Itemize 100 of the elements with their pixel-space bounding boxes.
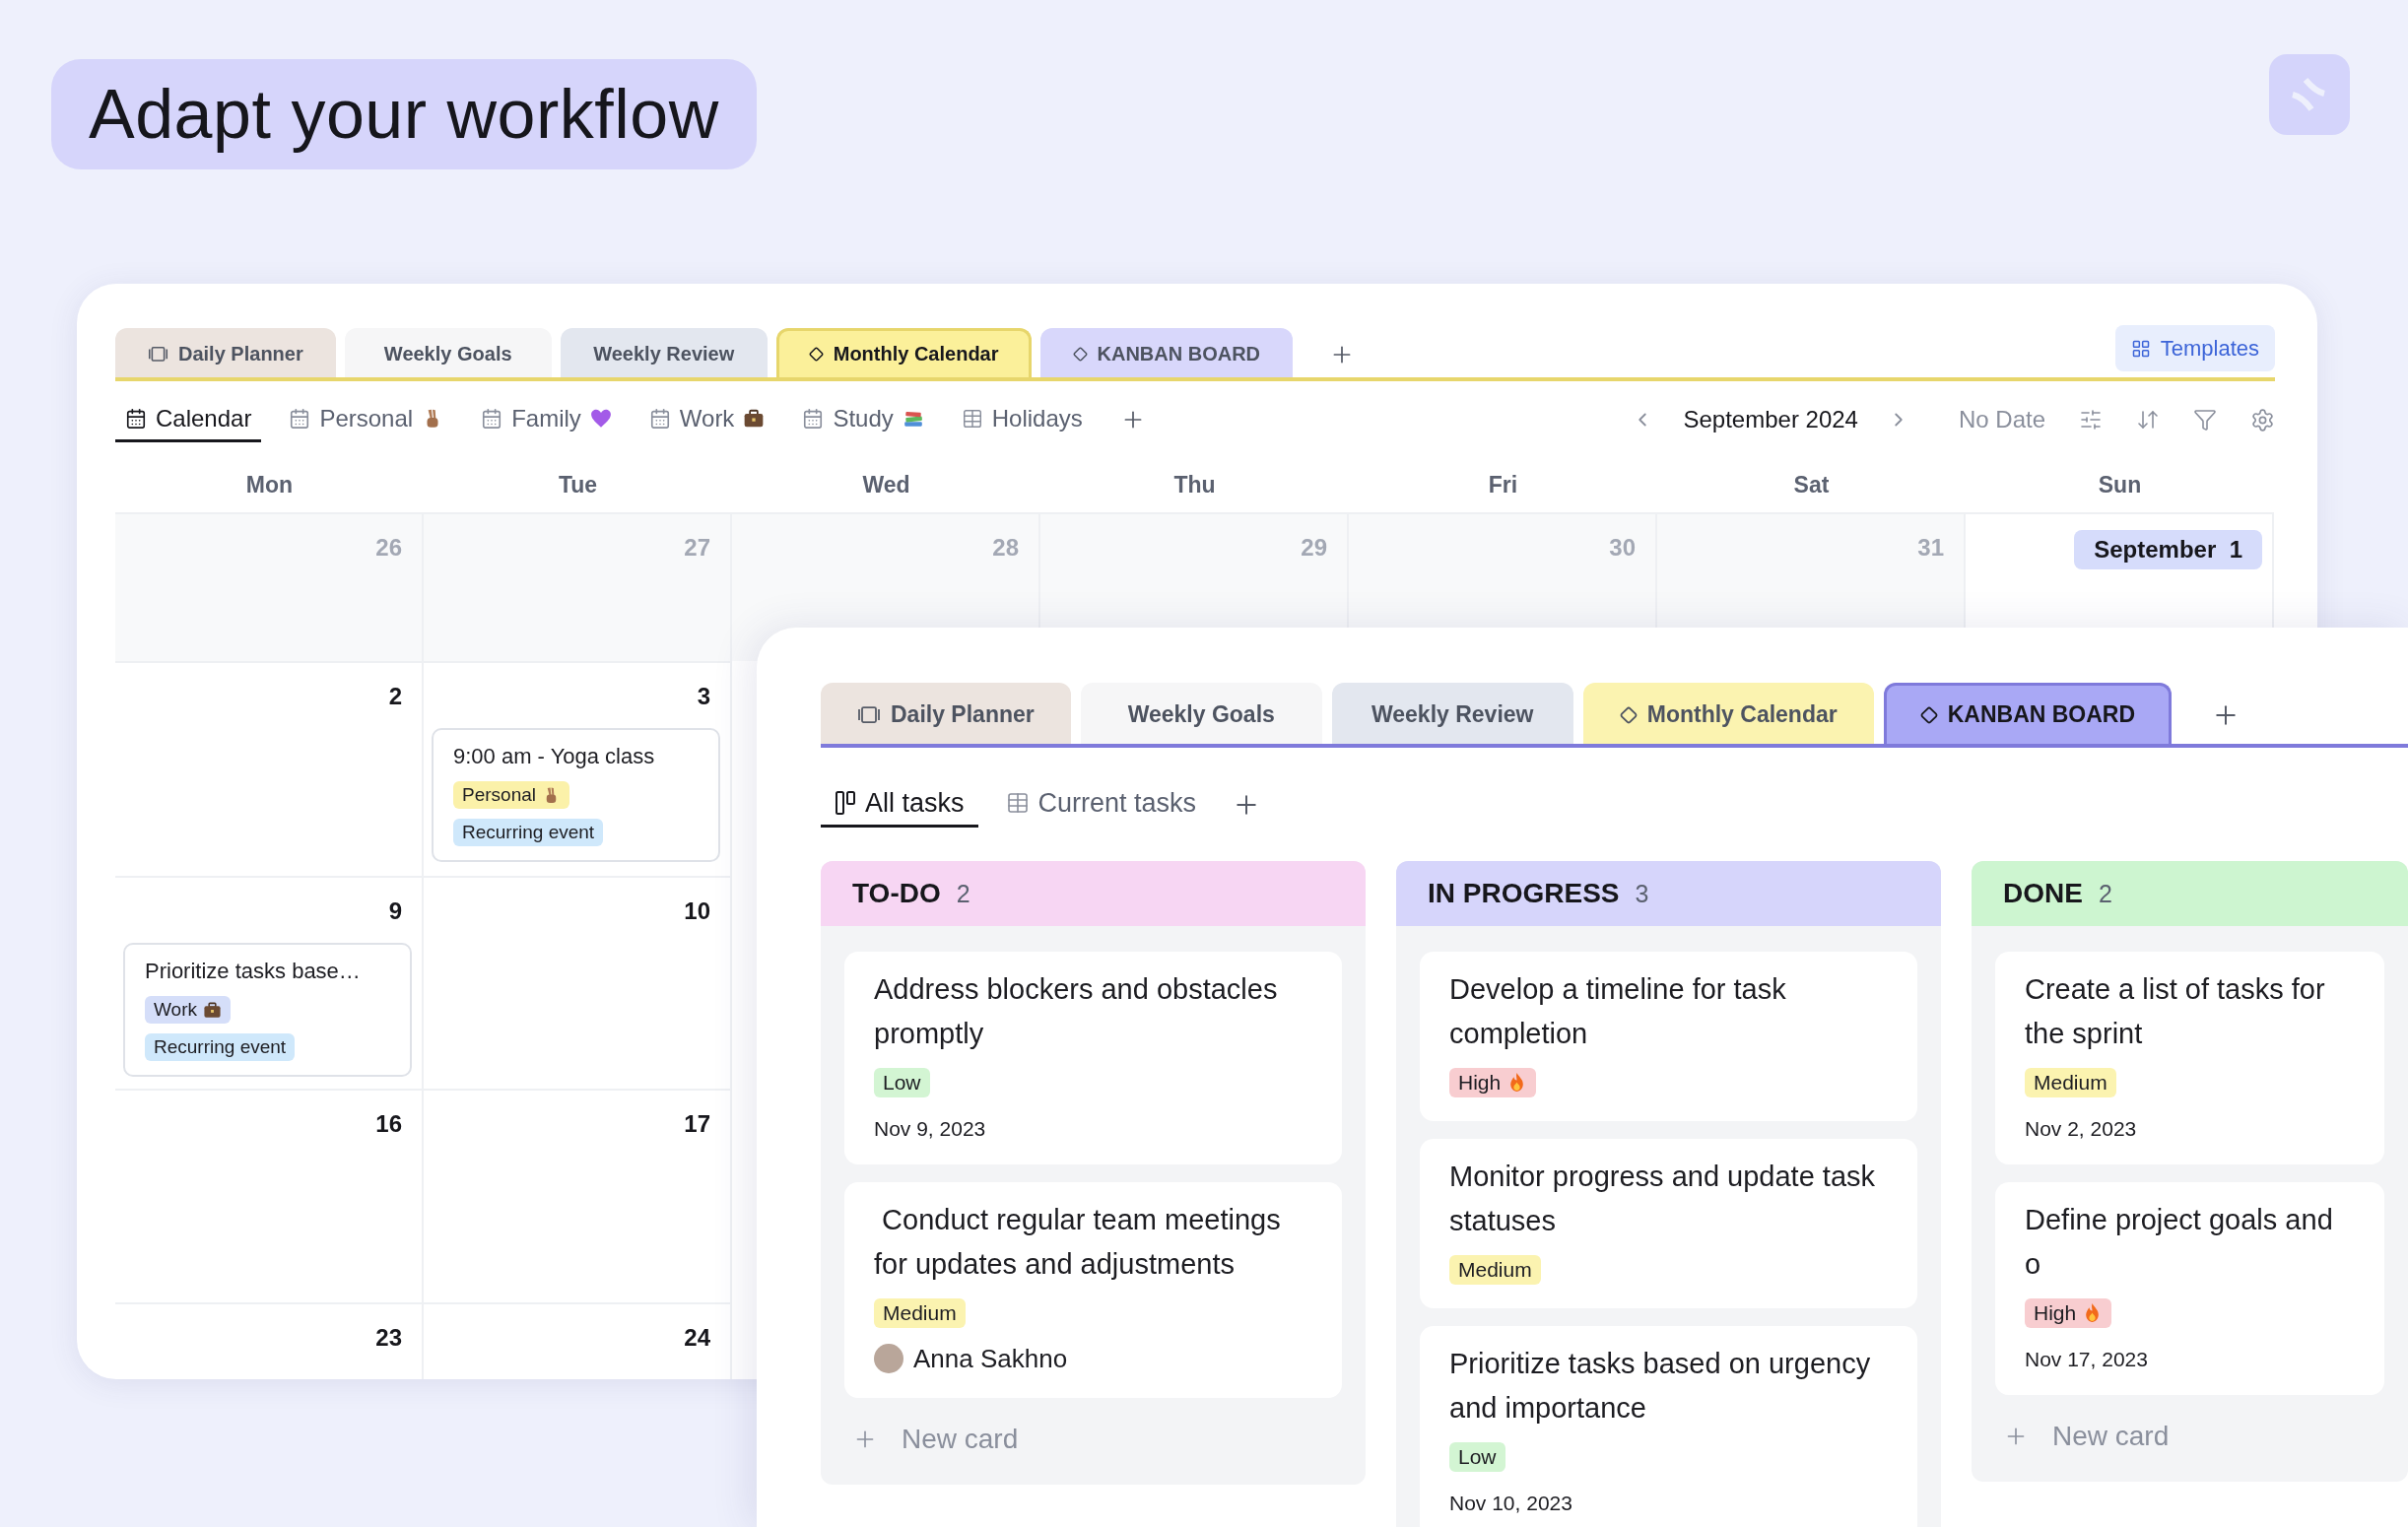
task-title: Monitor progress and update task statuses (1449, 1159, 1877, 1238)
calendar-icon (125, 407, 147, 430)
diamond-icon (1919, 705, 1938, 724)
due-date: Nov 9, 2023 (874, 1116, 986, 1141)
day-number: 28 (991, 533, 1020, 563)
view-tab[interactable]: Study (802, 397, 924, 442)
day-number: 16 (374, 1109, 403, 1139)
view-tab[interactable]: Work (648, 397, 766, 442)
calendar-icon (481, 407, 503, 430)
day-number: 29 (1300, 533, 1328, 563)
avatar (874, 1344, 903, 1374)
due-date: Nov 2, 2023 (2025, 1116, 2137, 1141)
table-icon (1005, 791, 1030, 815)
task-card[interactable]: Create a list of tasks for the sprint Medium Nov 2, 2023 (1995, 952, 2384, 1164)
column-title: IN PROGRESS (1428, 878, 1620, 909)
sort-icon[interactable] (2136, 408, 2160, 432)
assignee-name: Anna Sakhno (913, 1343, 1068, 1374)
page-tab[interactable]: Weekly Goals (344, 328, 552, 377)
briefcase-icon (203, 1000, 222, 1020)
view-tab[interactable]: Calendar (115, 397, 262, 442)
tag: Work (145, 996, 231, 1024)
weekday-label: Sat (1793, 471, 1830, 499)
month-label: September 2024 (1683, 406, 1858, 433)
day-number: 23 (374, 1323, 403, 1353)
tag: Medium (1449, 1254, 1541, 1285)
panel-icon (148, 346, 168, 363)
grid-icon (2130, 338, 2151, 359)
tag: High (1449, 1067, 1537, 1097)
panel-icon (857, 704, 881, 725)
diamond-icon (1072, 347, 1088, 362)
weekday-label: Mon (245, 471, 294, 499)
view-tab[interactable]: All tasks (821, 781, 978, 828)
page-tab[interactable]: Daily Planner (115, 328, 336, 377)
view-tab[interactable]: Current tasks (1005, 781, 1197, 828)
view-tab[interactable]: Holidays (961, 397, 1083, 442)
tag: Recurring event (453, 819, 604, 846)
page-tab[interactable]: Weekly Goals (1080, 683, 1322, 744)
weekday-label: Sun (2098, 471, 2142, 499)
page-tab[interactable]: KANBAN BOARD (1883, 683, 2173, 744)
task-title: Create a list of tasks for the sprint (2025, 972, 2326, 1051)
event-card[interactable]: 9:00 am - Yoga class Personal Recurring event (432, 728, 720, 862)
weekday-label: Thu (1173, 471, 1216, 499)
page-tab[interactable]: KANBAN BOARD (1039, 328, 1294, 377)
view-tab[interactable]: Personal (289, 397, 444, 442)
logo-icon (2269, 54, 2350, 135)
column-count: 3 (1635, 879, 1649, 908)
task-card[interactable]: Address blockers and obstacles promptly Low Nov 9, 2023 (844, 952, 1342, 1164)
task-title: Conduct regular team meetings for updates and adjustments (874, 1202, 1282, 1282)
day-number: 30 (1608, 533, 1637, 563)
diamond-icon (808, 347, 824, 362)
tag: Medium (2025, 1067, 2116, 1097)
filter-icon[interactable] (2193, 408, 2217, 432)
tag: Low (1449, 1441, 1505, 1472)
task-title: Define project goals and o (2025, 1202, 2334, 1282)
task-card[interactable]: Prioritize tasks based on urgency and importance Low Nov 10, 2023 (1420, 1325, 1917, 1527)
view-tab[interactable]: Family (481, 397, 612, 442)
day-number: 31 (1916, 533, 1945, 563)
page-tab[interactable]: Monthly Calendar (1582, 683, 1874, 744)
headline: Adapt your workflow (51, 59, 757, 169)
task-title: Prioritize tasks based on urgency and importance (1449, 1346, 1872, 1426)
day-number: September 1 (2074, 530, 2262, 569)
calendar-icon (648, 407, 671, 430)
due-date: Nov 17, 2023 (2025, 1347, 2148, 1371)
day-number: 9 (387, 896, 403, 926)
page-tab[interactable]: Monthly Calendar (775, 328, 1032, 377)
event-title: Prioritize tasks base… (145, 959, 361, 984)
settings-sliders-icon[interactable] (2079, 408, 2103, 432)
tag: High (2025, 1297, 2112, 1328)
tag: Personal (453, 781, 569, 809)
task-card[interactable]: Conduct regular team meetings for updates and adjustments Medium Anna Sakhno (844, 1181, 1342, 1398)
templates-button[interactable]: Templates (2114, 325, 2275, 371)
task-card[interactable]: Define project goals and o High Nov 17, 2023 (1995, 1181, 2384, 1395)
weekday-label: Fri (1488, 471, 1518, 499)
page-tab[interactable]: Weekly Review (1331, 683, 1573, 744)
column-count: 2 (956, 879, 970, 908)
event-title: 9:00 am - Yoga class (453, 744, 655, 769)
day-number: 2 (387, 682, 403, 711)
task-card[interactable]: Monitor progress and update task statuses Medium (1420, 1138, 1917, 1308)
event-card[interactable]: Prioritize tasks base… Work Recurring event (123, 943, 412, 1077)
tag: Medium (874, 1297, 966, 1328)
day-number: 10 (683, 896, 711, 926)
day-number: 3 (696, 682, 711, 711)
day-number: 24 (683, 1323, 711, 1353)
column-title: DONE (2003, 878, 2083, 909)
briefcase-icon (743, 407, 766, 430)
page-tab[interactable]: Weekly Review (560, 328, 768, 377)
due-date: Nov 10, 2023 (1449, 1491, 1572, 1515)
weekday-label: Tue (558, 471, 598, 499)
column-title: TO-DO (852, 878, 941, 909)
settings-icon[interactable] (2250, 407, 2275, 432)
columns-icon (835, 790, 856, 816)
calendar-icon (289, 407, 311, 430)
diamond-icon (1619, 705, 1638, 724)
page-tab[interactable]: Daily Planner (821, 683, 1071, 744)
day-number: 27 (683, 533, 711, 563)
column-count: 2 (2098, 879, 2112, 908)
day-number: 17 (683, 1109, 711, 1139)
weekday-label: Wed (862, 471, 910, 499)
calendar-icon (802, 407, 825, 430)
task-card[interactable]: Develop a timeline for task completion High (1420, 952, 1917, 1121)
